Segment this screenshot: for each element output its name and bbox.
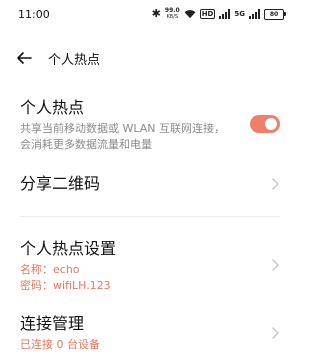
bluetooth-icon: ✱: [151, 7, 161, 20]
wifi-icon: [184, 10, 196, 19]
page-title: 个人热点: [48, 53, 101, 68]
hotspot-title: 个人热点: [20, 98, 85, 117]
hotspot-toggle[interactable]: [250, 115, 280, 133]
hotspot-settings-row[interactable]: 个人热点设置 名称：echo 密码：wifiLH.123: [20, 239, 280, 295]
hd-icon: HD: [199, 9, 216, 19]
status-bar: 11:00 ✱ 99.0 KB/S HD 5G 80: [0, 0, 300, 28]
back-arrow-icon[interactable]: [14, 48, 34, 68]
battery-level: 80: [269, 10, 279, 18]
hotspot-description-line-2: 会消耗更多数据流量和电量: [20, 138, 152, 151]
page-header: 个人热点: [0, 40, 300, 76]
chevron-right-icon: [272, 327, 279, 339]
hotspot-settings-title: 个人热点设置: [20, 239, 117, 258]
connected-devices-status: 已连接 0 台设备: [20, 338, 100, 351]
status-time: 11:00: [18, 8, 50, 21]
hotspot-toggle-row[interactable]: 个人热点 共享当前移动数据或 WLAN 互联网连接， 会消耗更多数据流量和电量: [20, 98, 280, 154]
network-speed: 99.0 KB/S: [165, 8, 180, 21]
connection-management-title: 连接管理: [20, 314, 85, 333]
connection-management-row[interactable]: 连接管理 已连接 0 台设备: [20, 314, 280, 356]
screen: 11:00 ✱ 99.0 KB/S HD 5G 80 个人热点 个人热点 共享当…: [0, 0, 300, 364]
5g-icon: 5G: [234, 10, 245, 18]
share-qr-title: 分享二维码: [20, 174, 101, 193]
hotspot-description-line-1: 共享当前移动数据或 WLAN 互联网连接，: [20, 122, 226, 135]
share-qr-row[interactable]: 分享二维码: [20, 174, 280, 198]
chevron-right-icon: [272, 178, 279, 190]
signal-icon-2: [249, 9, 260, 19]
network-speed-unit: KB/S: [166, 14, 179, 20]
battery-icon: 80: [264, 8, 286, 20]
hotspot-name: 名称：echo: [20, 263, 80, 276]
signal-icon: [219, 9, 231, 19]
divider: [20, 216, 280, 217]
toggle-knob: [265, 118, 277, 130]
chevron-right-icon: [272, 259, 279, 271]
hotspot-password: 密码：wifiLH.123: [20, 279, 111, 292]
status-icons: ✱ 99.0 KB/S HD 5G 80: [151, 6, 286, 22]
